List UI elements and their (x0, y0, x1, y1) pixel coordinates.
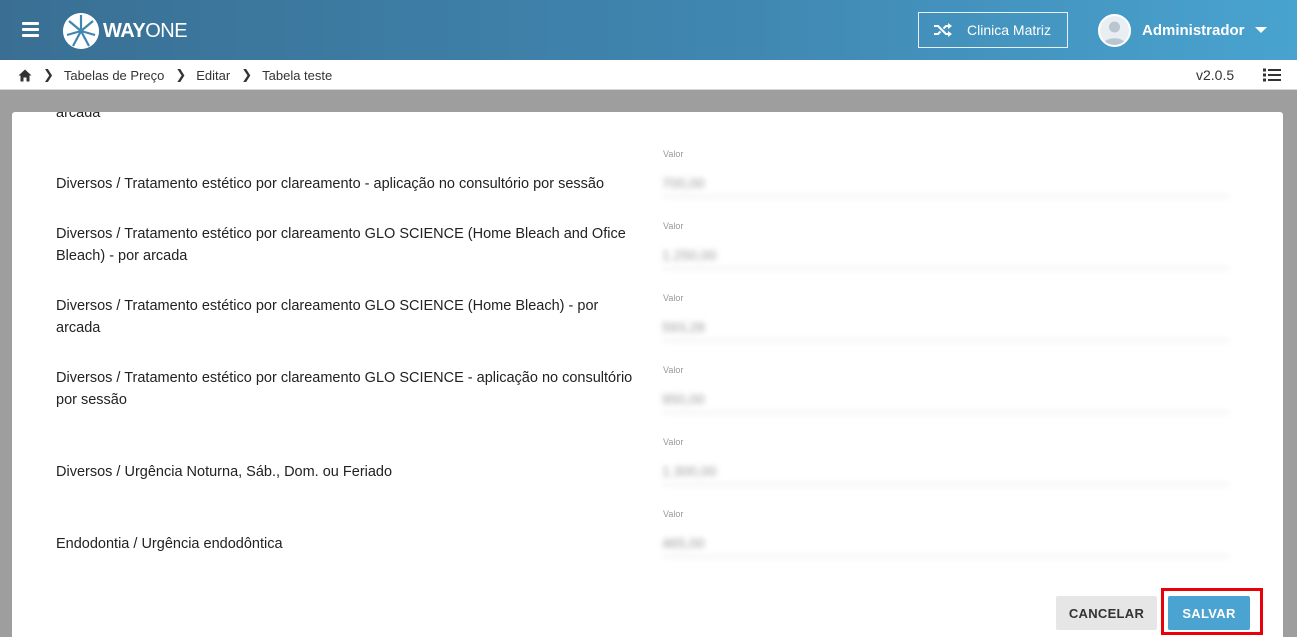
value-field[interactable]: Valor (662, 221, 1230, 269)
home-icon[interactable] (18, 69, 32, 82)
value-field[interactable]: Valor (662, 437, 1230, 485)
value-input[interactable] (662, 241, 1230, 269)
breadcrumb-edit[interactable]: Editar (196, 68, 230, 83)
form-row: Diversos / Tratamento estético por clare… (12, 148, 1283, 220)
chevron-right-icon: ❯ (175, 67, 187, 82)
logo-icon (63, 13, 99, 49)
procedure-label: Diversos / Tratamento estético por clare… (56, 370, 633, 408)
user-name: Administrador (1142, 21, 1245, 39)
value-caption: Valor (663, 221, 684, 231)
value-caption: Valor (663, 293, 684, 303)
top-bar: WAYONE Clinica Matriz Administrador (0, 0, 1297, 60)
form-row: Diversos / Tratamento estético por clare… (12, 292, 1283, 364)
cancel-button[interactable]: CANCELAR (1056, 596, 1157, 630)
clinic-label: Clinica Matriz (967, 22, 1052, 38)
value-field[interactable] (662, 112, 1230, 126)
procedure-label: Endodontia / Urgência endodôntica (56, 536, 283, 552)
price-table-form: arcada Diversos / Tratamento estético po… (12, 112, 1283, 637)
shuffle-icon (934, 23, 952, 37)
menu-icon[interactable] (18, 18, 44, 42)
user-menu[interactable]: Administrador (1098, 12, 1267, 48)
procedure-label: Diversos / Urgência Noturna, Sáb., Dom. … (56, 464, 393, 480)
logo-text-bold: WAY (103, 19, 146, 42)
value-input[interactable] (662, 529, 1230, 557)
procedure-label: arcada (56, 112, 101, 121)
clinic-switch-button[interactable]: Clinica Matriz (918, 12, 1068, 48)
value-field[interactable]: Valor (662, 365, 1230, 413)
procedure-label: Diversos / Tratamento estético por clare… (56, 298, 599, 336)
procedure-label: Diversos / Tratamento estético por clare… (56, 176, 605, 192)
value-field[interactable]: Valor (662, 509, 1230, 557)
breadcrumb-current: Tabela teste (262, 67, 333, 83)
save-button[interactable]: SALVAR (1168, 596, 1250, 630)
value-input[interactable] (662, 313, 1230, 341)
chevron-down-icon (1254, 27, 1267, 33)
procedure-label: Diversos / Tratamento estético por clare… (56, 226, 626, 264)
value-input[interactable] (662, 169, 1230, 197)
user-avatar-icon (1098, 13, 1131, 47)
version-label: v2.0.5 (1196, 67, 1235, 83)
form-row: Endodontia / Urgência endodôntica Valor (12, 508, 1283, 580)
value-caption: Valor (663, 365, 684, 375)
app-logo[interactable]: WAYONE (63, 13, 188, 49)
breadcrumb-price-tables[interactable]: Tabelas de Preço (64, 68, 164, 83)
chevron-right-icon: ❯ (241, 67, 253, 82)
form-row: Diversos / Urgência Noturna, Sáb., Dom. … (12, 436, 1283, 508)
value-input[interactable] (662, 385, 1230, 413)
list-icon[interactable] (1263, 68, 1281, 82)
value-caption: Valor (663, 149, 684, 159)
logo-text: WAYONE (103, 19, 188, 43)
breadcrumb: ❯ Tabelas de Preço ❯ Editar ❯ Tabela tes… (0, 60, 1297, 90)
value-caption: Valor (663, 509, 684, 519)
value-caption: Valor (663, 437, 684, 447)
form-row: arcada (12, 112, 1283, 150)
logo-text-light: ONE (145, 19, 188, 42)
form-row: Diversos / Tratamento estético por clare… (12, 220, 1283, 292)
value-field[interactable]: Valor (662, 149, 1230, 197)
form-row: Diversos / Tratamento estético por clare… (12, 364, 1283, 436)
value-input[interactable] (662, 457, 1230, 485)
value-field[interactable]: Valor (662, 293, 1230, 341)
chevron-right-icon: ❯ (43, 67, 54, 82)
